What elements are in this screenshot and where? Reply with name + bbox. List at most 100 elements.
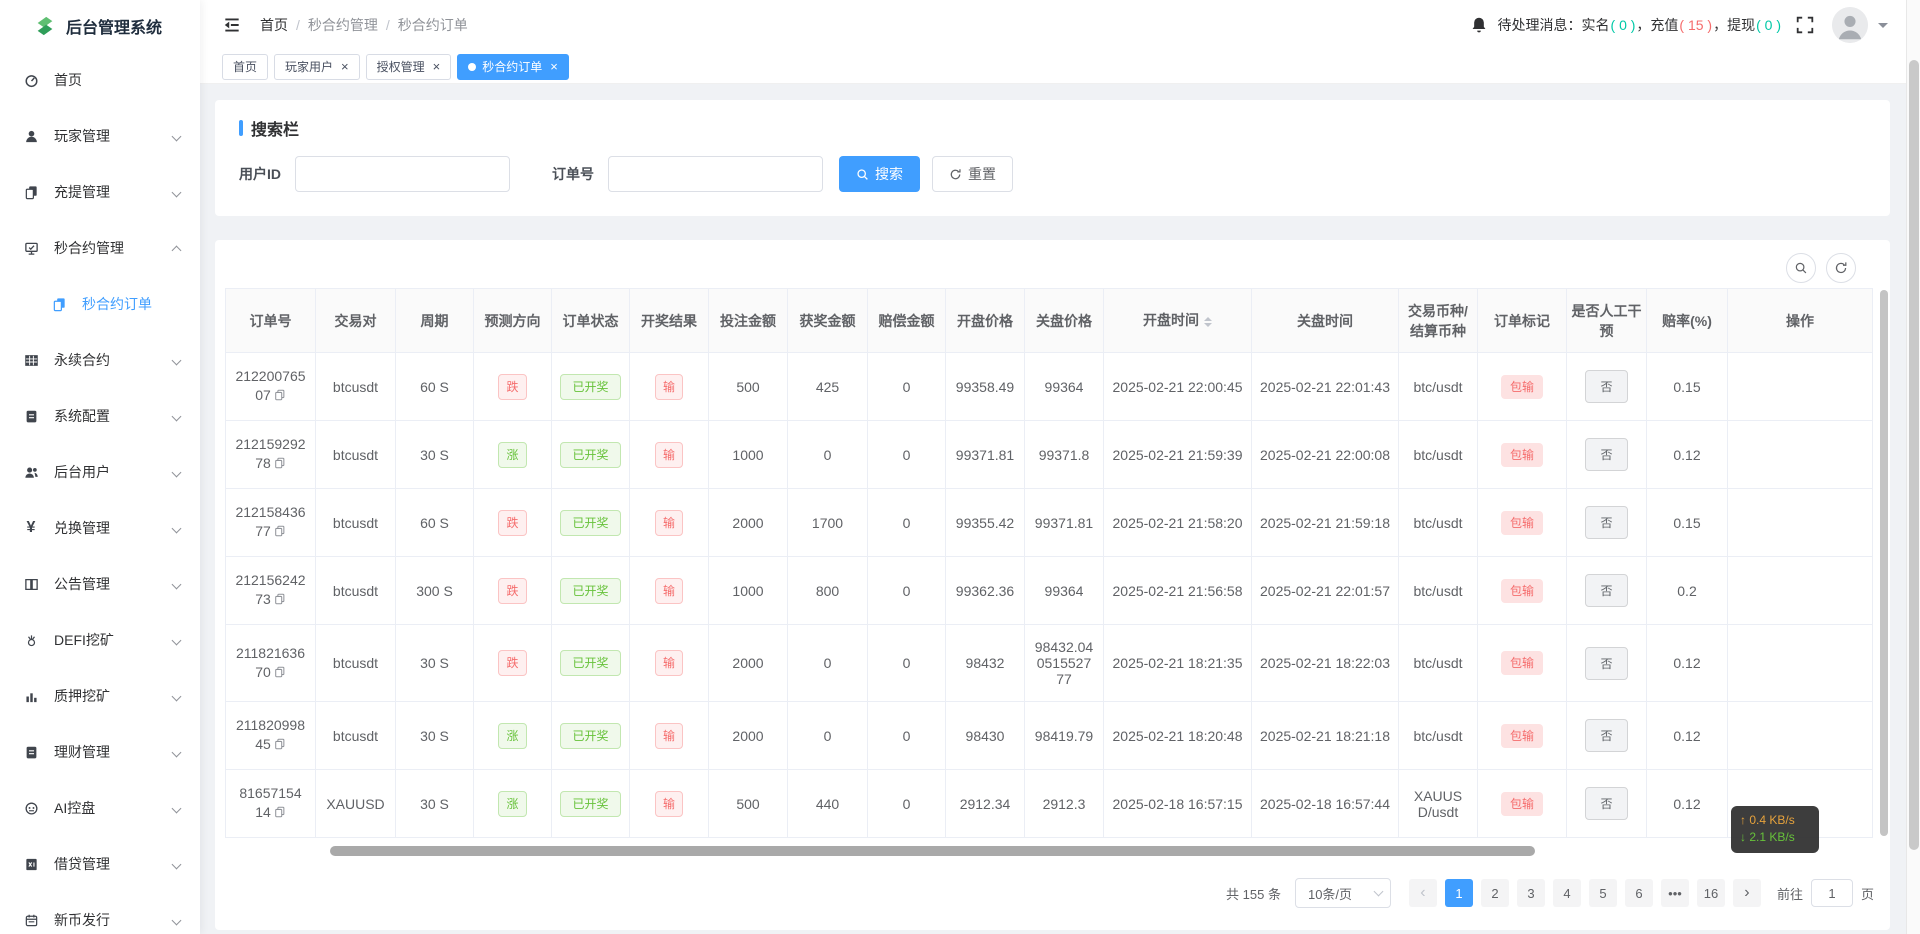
sidebar-item-admin-users[interactable]: 后台用户 (0, 444, 200, 500)
order-no-cell: 21182099845 (226, 702, 316, 770)
action-cell (1728, 489, 1873, 557)
vertical-scrollbar[interactable] (1880, 290, 1888, 836)
sort-icon[interactable] (1204, 313, 1212, 331)
bell-icon[interactable] (1470, 16, 1488, 34)
prev-page-button[interactable]: ‹ (1409, 879, 1437, 907)
pending-messages: 待处理消息：实名( 0 )，充值( 15 )，提现( 0 ) (1498, 15, 1782, 35)
sidebar-item-ai-control[interactable]: AI控盘 (0, 780, 200, 836)
close-tab-icon[interactable]: × (433, 60, 441, 73)
sidebar-item-exchange-mgmt[interactable]: ¥兑换管理 (0, 500, 200, 556)
bet-amount-cell: 1000 (709, 421, 788, 489)
manual-intervention-button[interactable]: 否 (1585, 506, 1627, 539)
manual-intervention-button[interactable]: 否 (1585, 574, 1627, 607)
message-count: ( 0 ) (1611, 17, 1636, 33)
close-time-cell: 2025-02-21 21:59:18 (1252, 489, 1399, 557)
reset-button[interactable]: 重置 (932, 156, 1013, 192)
manual-intervention-button[interactable]: 否 (1585, 370, 1627, 403)
goto-page-input[interactable] (1811, 879, 1853, 907)
sidebar-item-perpetual-contract[interactable]: 永续合约 (0, 332, 200, 388)
column-header-label: 赔率(%) (1662, 313, 1712, 329)
win-amount-cell: 0 (788, 702, 868, 770)
sidebar-item-seconds-contract-mgmt[interactable]: 秒合约管理 (0, 220, 200, 276)
table-search-button[interactable] (1786, 253, 1816, 283)
sidebar-item-label: 秒合约管理 (54, 238, 124, 258)
avatar[interactable] (1832, 7, 1868, 43)
sidebar-item-staking-mining[interactable]: 质押挖矿 (0, 668, 200, 724)
sidebar-item-deposit-withdraw-mgmt[interactable]: 充提管理 (0, 164, 200, 220)
sidebar-item-announcement-mgmt[interactable]: 公告管理 (0, 556, 200, 612)
sidebar-item-label: 充提管理 (54, 182, 110, 202)
sidebar-item-system-config[interactable]: 系统配置 (0, 388, 200, 444)
more-pages-button[interactable]: ••• (1661, 879, 1689, 907)
search-button-label: 搜索 (875, 164, 903, 184)
table-refresh-button[interactable] (1826, 253, 1856, 283)
window-scrollbar[interactable] (1906, 0, 1920, 934)
order-no-input[interactable] (608, 156, 823, 192)
sidebar-item-defi-mining[interactable]: DEFI挖矿 (0, 612, 200, 668)
copy-icon[interactable] (274, 664, 286, 683)
page-button-16[interactable]: 16 (1697, 879, 1725, 907)
copy-icon[interactable] (274, 387, 286, 406)
breadcrumb-item: 秒合约订单 (398, 15, 468, 35)
vertical-scrollbar-thumb[interactable] (1880, 290, 1888, 836)
tab-authorization-mgmt[interactable]: 授权管理× (366, 54, 452, 80)
tab-seconds-contract-orders[interactable]: 秒合约订单 × (457, 54, 569, 80)
manual-intervention-button[interactable]: 否 (1585, 719, 1627, 752)
horizontal-scrollbar[interactable] (225, 846, 1880, 856)
fullscreen-icon[interactable] (1796, 16, 1814, 34)
page-button-6[interactable]: 6 (1625, 879, 1653, 907)
period-cell: 30 S (396, 625, 474, 702)
close-tab-icon[interactable]: × (550, 60, 558, 73)
close-price-cell: 98419.79 (1025, 702, 1104, 770)
order-no-cell: 21182163670 (226, 625, 316, 702)
chevron-down-icon (1374, 887, 1384, 897)
sidebar-item-seconds-contract-orders[interactable]: 秒合约订单 (0, 276, 200, 332)
bet-amount-cell: 2000 (709, 625, 788, 702)
breadcrumb-item[interactable]: 首页 (260, 15, 288, 35)
page-button-2[interactable]: 2 (1481, 879, 1509, 907)
page-button-3[interactable]: 3 (1517, 879, 1545, 907)
order-status-cell: 已开奖 (552, 770, 630, 838)
manual-intervention-button[interactable]: 否 (1585, 438, 1627, 471)
page-size-select[interactable]: 10条/页 (1295, 878, 1391, 908)
goto-suffix: 页 (1861, 884, 1874, 903)
manual-intervention-button[interactable]: 否 (1585, 647, 1627, 680)
collapse-sidebar-icon[interactable] (222, 15, 242, 35)
copy-icon[interactable] (274, 455, 286, 474)
sidebar-item-wealth-mgmt[interactable]: 理财管理 (0, 724, 200, 780)
window-scrollbar-thumb[interactable] (1909, 60, 1919, 850)
copy-icon[interactable] (274, 736, 286, 755)
search-button[interactable]: 搜索 (839, 156, 920, 192)
sidebar-item-label: 质押挖矿 (54, 686, 110, 706)
page-button-1[interactable]: 1 (1445, 879, 1473, 907)
page-button-4[interactable]: 4 (1553, 879, 1581, 907)
user-id-input[interactable] (295, 156, 510, 192)
close-price-cell: 99371.81 (1025, 489, 1104, 557)
next-page-button[interactable]: › (1733, 879, 1761, 907)
order-no-text: 45 (255, 736, 271, 752)
breadcrumb-item[interactable]: 秒合约管理 (308, 15, 378, 35)
sidebar-item-home[interactable]: 首页 (0, 52, 200, 108)
tab-label: 秒合约订单 (482, 58, 542, 75)
manual-intervention-button[interactable]: 否 (1585, 787, 1627, 820)
sidebar-item-player-mgmt[interactable]: 玩家管理 (0, 108, 200, 164)
order-mark-tag: 包输 (1501, 651, 1543, 675)
column-header-16: 赔率(%) (1647, 289, 1728, 353)
column-header-9: 开盘价格 (946, 289, 1025, 353)
tab-home[interactable]: 首页 (222, 54, 268, 80)
copy-icon[interactable] (274, 523, 286, 542)
order-no-text: 211821636 (234, 644, 307, 663)
direction-tag: 跌 (498, 374, 526, 400)
copy-icon[interactable] (274, 804, 286, 823)
column-header-label: 操作 (1786, 313, 1814, 329)
page-button-5[interactable]: 5 (1589, 879, 1617, 907)
chevron-down-icon[interactable] (1878, 23, 1888, 33)
action-cell (1728, 557, 1873, 625)
sidebar-item-new-coin-issue[interactable]: 新币发行 (0, 892, 200, 934)
copy-icon[interactable] (274, 591, 286, 610)
close-tab-icon[interactable]: × (341, 60, 349, 73)
sidebar-item-lending-mgmt[interactable]: 借贷管理 (0, 836, 200, 892)
tab-player-users[interactable]: 玩家用户× (274, 54, 360, 80)
horizontal-scrollbar-thumb[interactable] (330, 846, 1535, 856)
order-mark-cell: 包输 (1478, 702, 1567, 770)
